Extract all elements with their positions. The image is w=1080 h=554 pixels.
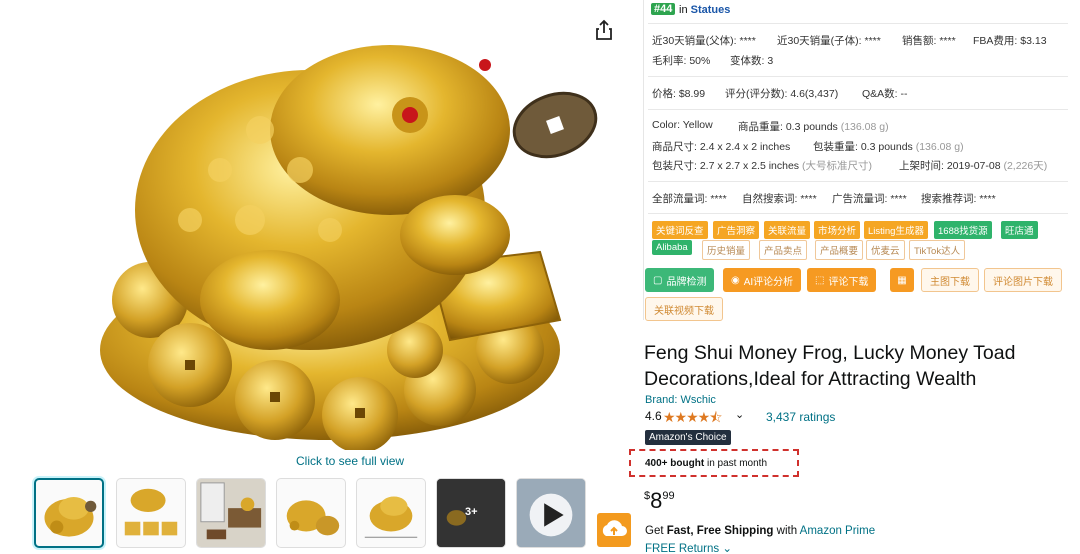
tag-selling-points[interactable]: 产品卖点 (759, 240, 808, 260)
tag-ad-insight[interactable]: 广告洞察 (713, 221, 760, 239)
divider (648, 109, 1068, 110)
related-video-download-button[interactable]: 关联视频下载 (645, 297, 723, 321)
thumbnail-5[interactable] (356, 478, 426, 548)
more-count: 3+ (465, 506, 478, 518)
tag-market-analysis[interactable]: 市场分析 (814, 221, 861, 239)
price: $899 (644, 488, 675, 513)
calculator-button[interactable]: ▦ (890, 268, 914, 292)
fba-fee: FBA费用: $3.13 (973, 35, 1047, 47)
all-traffic-words: 全部流量词: **** (652, 193, 727, 205)
tag-product-summary[interactable]: 产品概要 (815, 240, 864, 260)
divider (648, 23, 1068, 24)
ai-icon: ◉ (731, 274, 740, 286)
video-thumbnail[interactable] (516, 478, 586, 548)
recommend-words: 搜索推荐词: **** (921, 193, 996, 205)
sales-revenue: 销售额: **** (902, 35, 956, 47)
chevron-down-icon: ⌄ (722, 543, 732, 554)
rank-badge: #44 (651, 3, 676, 15)
package-size: 包装尺寸: 2.7 x 2.7 x 2.5 inches (大号标准尺寸) (652, 160, 872, 172)
thumbnail-2[interactable] (116, 478, 186, 548)
listed-date: 上架时间: 2019-07-08 (2,226天) (899, 160, 1048, 172)
rating-value: 4.6 (645, 409, 662, 423)
download-icon: ⬚ (815, 274, 825, 286)
brand-check-button[interactable]: ▢ 品牌检测 (645, 268, 715, 292)
cloud-upload-icon[interactable] (597, 513, 631, 547)
variant-count: 变体数: 3 (730, 55, 774, 67)
divider (648, 181, 1068, 182)
divider (648, 76, 1068, 77)
tag-youmaiyun[interactable]: 优麦云 (866, 240, 905, 260)
margin: 毛利率: 50% (652, 55, 711, 67)
tag-history-sales[interactable]: 历史销量 (702, 240, 751, 260)
qa-count: Q&A数: -- (862, 88, 908, 100)
tag-wangdiantong[interactable]: 旺店通 (1001, 221, 1038, 239)
sales-parent: 近30天销量(父体): **** (652, 35, 756, 47)
review-image-download-button[interactable]: 评论图片下载 (984, 268, 1062, 292)
tag-keyword-reverse[interactable]: 关键词反查 (652, 221, 708, 239)
tag-alibaba[interactable]: Alibaba (652, 240, 692, 255)
rating-info: 评分(评分数): 4.6(3,437) (725, 88, 839, 100)
share-icon[interactable] (594, 19, 614, 41)
main-image-download-button[interactable]: 主图下载 (921, 268, 979, 292)
ad-words: 广告流量词: **** (832, 193, 907, 205)
price-info: 价格: $8.99 (652, 88, 706, 100)
item-size: 商品尺寸: 2.4 x 2.4 x 2 inches (652, 141, 791, 153)
thumbnail-more[interactable]: 3+ (436, 478, 506, 548)
full-view-link[interactable]: Click to see full view (296, 454, 404, 468)
star-rating-icon[interactable]: ★★★★⯪ (663, 407, 722, 431)
package-weight: 包装重量: 0.3 pounds (136.08 g) (813, 141, 964, 153)
calculator-icon: ▦ (897, 274, 907, 286)
sales-child: 近30天销量(子体): **** (777, 35, 881, 47)
divider (648, 213, 1068, 214)
free-returns-link[interactable]: FREE Returns ⌄ (645, 541, 732, 554)
thumbnail-1[interactable] (34, 478, 104, 548)
tag-1688-source[interactable]: 1688找货源 (934, 221, 992, 239)
organic-words: 自然搜索词: **** (742, 193, 817, 205)
tag-tiktok[interactable]: TikTok达人 (909, 240, 966, 260)
ai-review-button[interactable]: ◉ AI评论分析 (723, 268, 802, 292)
thumbnail-3[interactable] (196, 478, 266, 548)
bought-in-past-month: 400+ bought in past month (645, 458, 767, 469)
prime-link[interactable]: Amazon Prime (800, 525, 875, 537)
product-title: Feng Shui Money Frog, Lucky Money Toad D… (644, 342, 1016, 390)
thumbnail-4[interactable] (276, 478, 346, 548)
item-weight: 商品重量: 0.3 pounds (136.08 g) (738, 121, 889, 133)
ratings-count-link[interactable]: 3,437 ratings (766, 410, 835, 424)
tag-listing-generator[interactable]: Listing生成器 (864, 221, 928, 239)
brand-link[interactable]: Brand: Wschic (645, 394, 716, 406)
tag-related-traffic[interactable]: 关联流量 (764, 221, 811, 239)
color-attr: Color: Yellow (652, 119, 713, 131)
check-icon: ▢ (653, 274, 663, 286)
shipping-info: Get Fast, Free Shipping with Amazon Prim… (645, 525, 876, 537)
review-download-button[interactable]: ⬚ 评论下载 (807, 268, 877, 292)
main-product-image[interactable] (60, 20, 620, 453)
amazons-choice-badge: Amazon's Choice (645, 430, 731, 445)
chevron-down-icon[interactable]: ⌄ (735, 408, 744, 421)
rank-category[interactable]: in Statues (679, 4, 730, 16)
product-page: Click to see full view 3+ #44 in Statues… (0, 0, 1080, 554)
